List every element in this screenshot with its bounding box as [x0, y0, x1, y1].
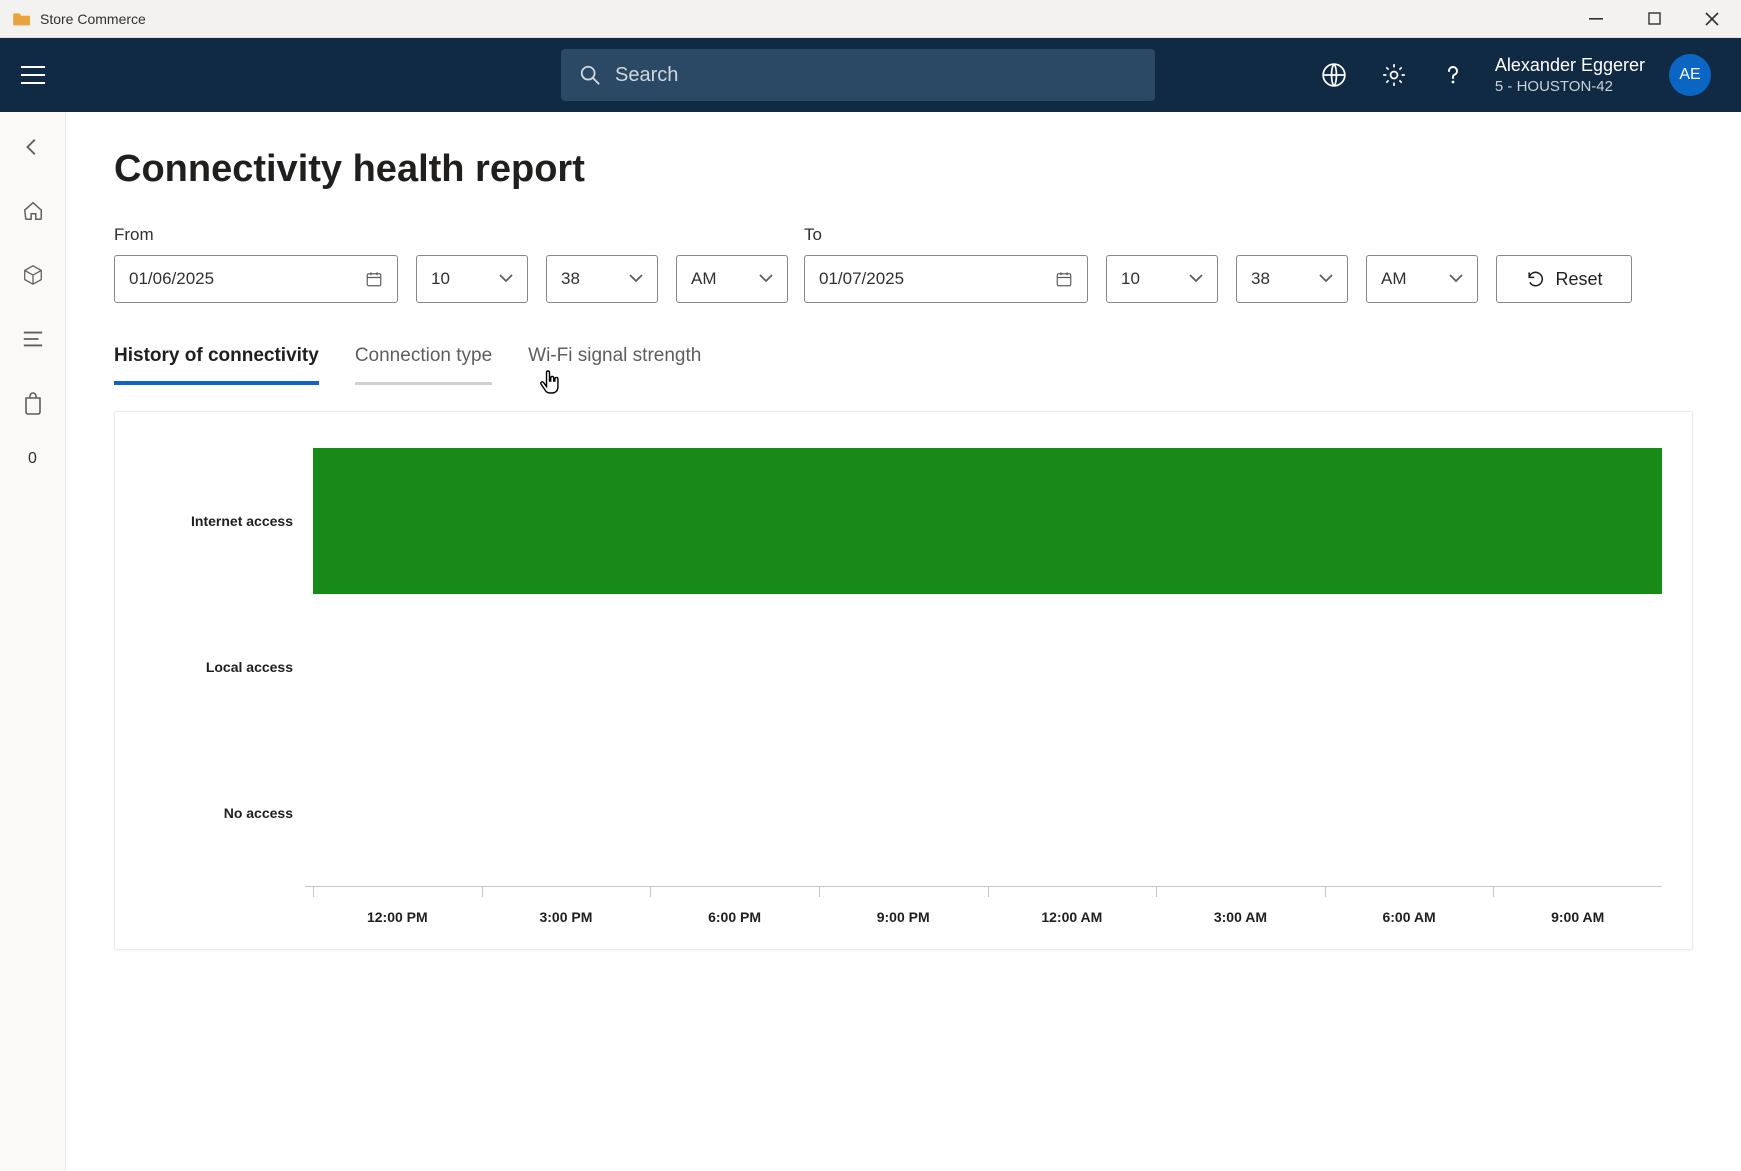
calendar-icon: [365, 270, 383, 288]
list-icon[interactable]: [20, 326, 46, 352]
tab-wifi-strength[interactable]: Wi-Fi signal strength: [528, 345, 701, 385]
chart-bar-internet: [313, 448, 1662, 594]
maximize-button[interactable]: [1625, 0, 1683, 38]
to-date-input[interactable]: 01/07/2025: [804, 255, 1088, 303]
tab-connection-type[interactable]: Connection type: [355, 345, 492, 385]
from-hour-select[interactable]: 10: [416, 255, 528, 303]
to-ampm-select[interactable]: AM: [1366, 255, 1478, 303]
window-titlebar: Store Commerce: [0, 0, 1741, 38]
avatar[interactable]: AE: [1669, 54, 1711, 96]
chart-bar-none: [313, 740, 1662, 886]
hamburger-button[interactable]: [0, 66, 66, 84]
chevron-down-icon: [1189, 274, 1203, 284]
chart-card: Internet access Local access No access: [114, 411, 1693, 950]
main-content: Connectivity health report From 01/06/20…: [66, 112, 1741, 1171]
search-input[interactable]: Search: [561, 49, 1155, 101]
from-ampm-select[interactable]: AM: [676, 255, 788, 303]
to-minute-select[interactable]: 38: [1236, 255, 1348, 303]
page-title: Connectivity health report: [114, 148, 1693, 191]
undo-icon: [1525, 269, 1545, 289]
reset-button[interactable]: Reset: [1496, 255, 1632, 303]
chevron-down-icon: [759, 274, 773, 284]
back-icon[interactable]: [20, 134, 46, 160]
to-label: To: [804, 225, 1632, 245]
y-label-local: Local access: [145, 594, 313, 740]
minimize-button[interactable]: [1567, 0, 1625, 38]
chevron-down-icon: [499, 274, 513, 284]
chevron-down-icon: [629, 274, 643, 284]
leftbar-count: 0: [28, 450, 37, 468]
chevron-down-icon: [1449, 274, 1463, 284]
search-placeholder: Search: [615, 64, 678, 87]
package-icon[interactable]: [20, 262, 46, 288]
titlebar-left: Store Commerce: [0, 11, 146, 27]
user-block[interactable]: Alexander Eggerer 5 - HOUSTON-42 AE: [1495, 54, 1741, 96]
chart-x-labels: 12:00 PM 3:00 PM 6:00 PM 9:00 PM 12:00 A…: [313, 899, 1662, 925]
chart-y-labels: Internet access Local access No access: [145, 448, 313, 925]
chart-plot: 12:00 PM 3:00 PM 6:00 PM 9:00 PM 12:00 A…: [313, 448, 1662, 925]
globe-icon[interactable]: [1321, 62, 1347, 88]
bag-icon[interactable]: [20, 390, 46, 416]
home-icon[interactable]: [20, 198, 46, 224]
chart-bar-local: [313, 594, 1662, 740]
chart-bar-fill: [313, 448, 1662, 594]
help-icon[interactable]: [1441, 63, 1465, 87]
calendar-icon: [1055, 270, 1073, 288]
from-date-input[interactable]: 01/06/2025: [114, 255, 398, 303]
close-button[interactable]: [1683, 0, 1741, 38]
window-title: Store Commerce: [40, 11, 146, 27]
gear-icon[interactable]: [1381, 62, 1407, 88]
to-hour-select[interactable]: 10: [1106, 255, 1218, 303]
from-minute-select[interactable]: 38: [546, 255, 658, 303]
from-label: From: [114, 225, 788, 245]
y-label-internet: Internet access: [145, 448, 313, 594]
app-folder-icon: [12, 11, 32, 27]
y-label-none: No access: [145, 740, 313, 886]
search-icon: [579, 64, 601, 86]
tabs: History of connectivity Connection type …: [114, 345, 1693, 385]
chevron-down-icon: [1319, 274, 1333, 284]
user-name: Alexander Eggerer: [1495, 55, 1645, 76]
left-rail: 0: [0, 112, 66, 1171]
filter-bar: From 01/06/2025 10 38: [114, 225, 1693, 303]
tab-history[interactable]: History of connectivity: [114, 345, 319, 385]
top-nav: Search Alexander Eggerer 5 - HOUSTON-42 …: [0, 38, 1741, 112]
user-sub: 5 - HOUSTON-42: [1495, 78, 1645, 95]
